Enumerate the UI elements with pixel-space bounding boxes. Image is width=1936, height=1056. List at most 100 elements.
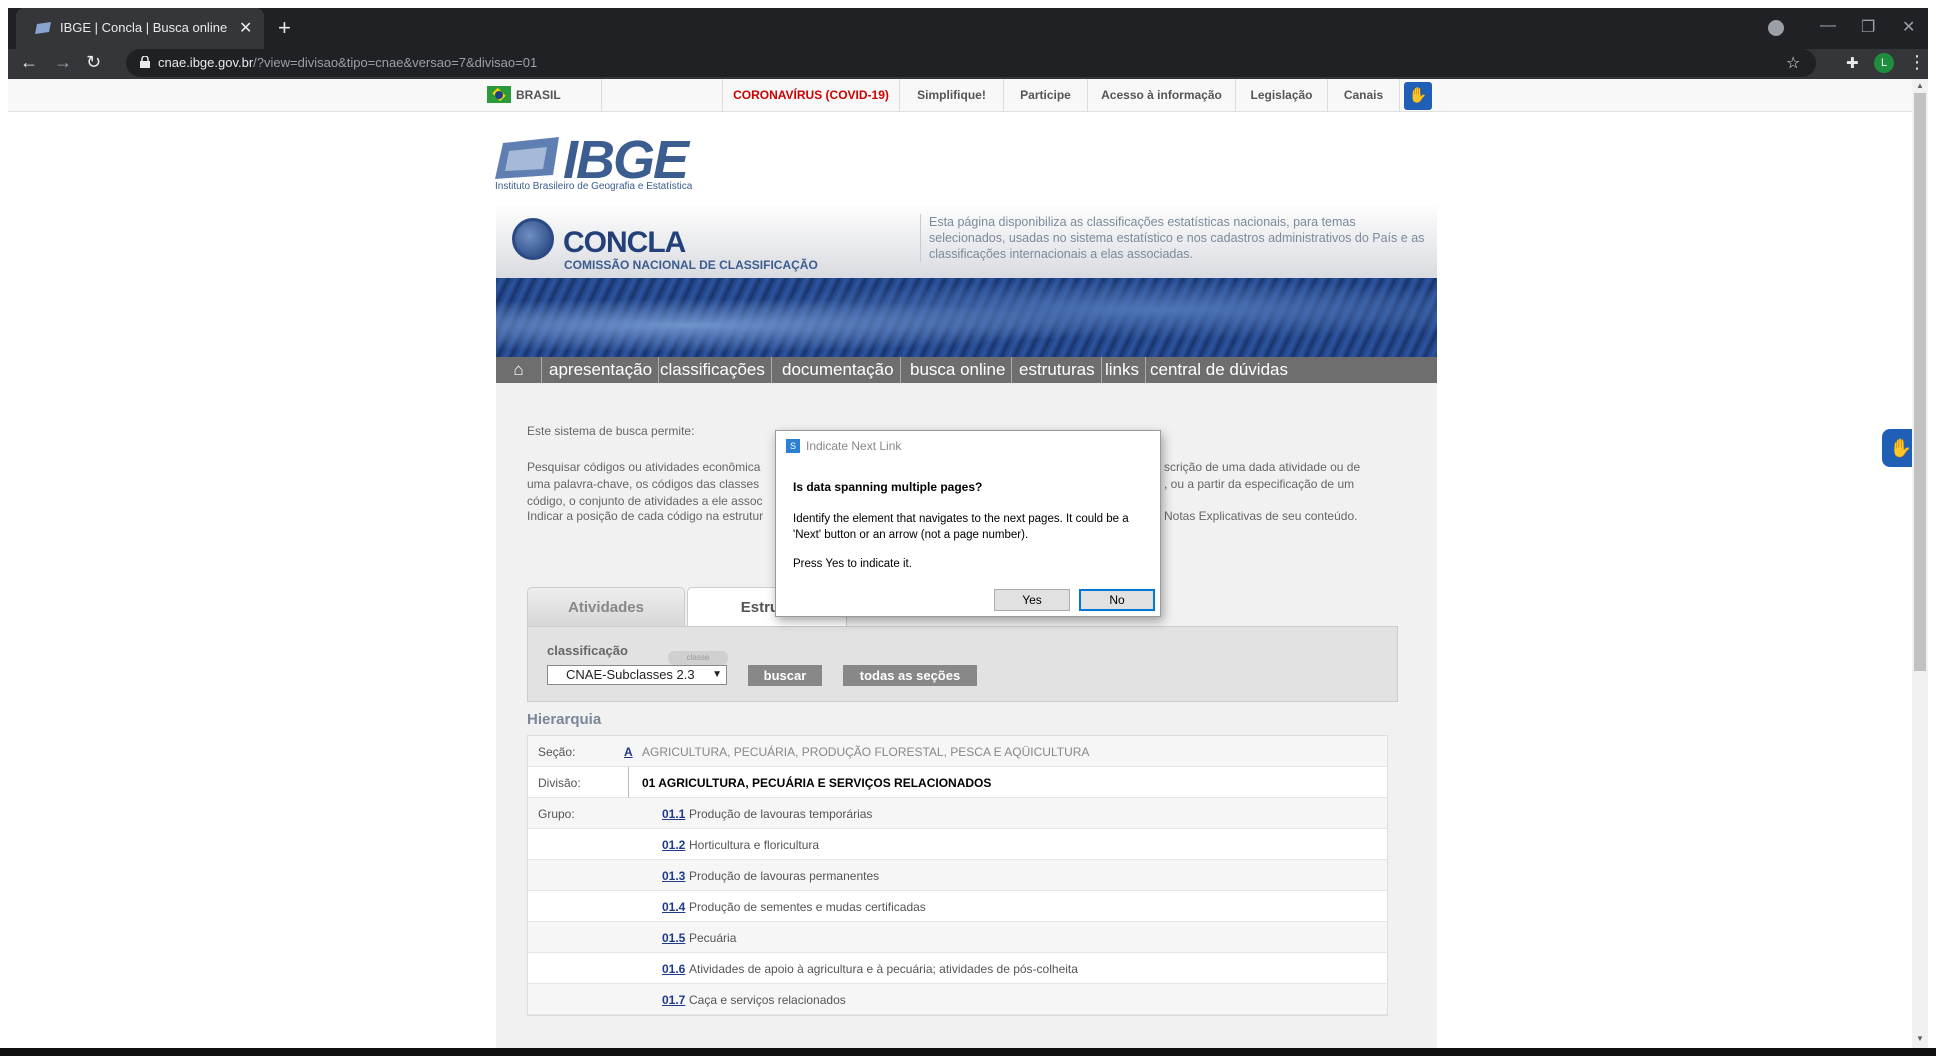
grupo-desc: Produção de sementes e mudas certificada… xyxy=(689,900,926,914)
todas-secoes-button[interactable]: todas as seções xyxy=(843,665,977,686)
page-scrollbar[interactable]: ▲ ▼ xyxy=(1912,79,1928,1048)
profile-dropdown-icon[interactable] xyxy=(1768,20,1784,36)
secao-code-link[interactable]: A xyxy=(624,745,633,759)
libras-hand-icon[interactable]: ✋ xyxy=(1404,82,1432,110)
bookmark-star-icon[interactable]: ☆ xyxy=(1786,53,1800,73)
gov-participe-link[interactable]: Participe xyxy=(1004,79,1088,112)
scrollbar-thumb[interactable] xyxy=(1914,93,1926,671)
no-button[interactable]: No xyxy=(1079,589,1155,611)
dialog-instruction: Press Yes to indicate it. xyxy=(793,558,912,570)
ibge-tagline: Instituto Brasileiro de Geografia e Esta… xyxy=(495,181,693,192)
table-row: 01.7 Caça e serviços relacionados xyxy=(528,984,1387,1015)
concla-subtitle: COMISSÃO NACIONAL DE CLASSIFICAÇÃO xyxy=(564,258,818,272)
nav-busca-online[interactable]: busca online xyxy=(904,357,1013,383)
reload-icon[interactable]: ↻ xyxy=(86,52,101,73)
classificacao-select[interactable]: CNAE-Subclasses 2.3 ▼ xyxy=(547,665,727,685)
profile-avatar[interactable]: L xyxy=(1874,53,1894,73)
new-tab-icon[interactable]: + xyxy=(278,15,291,41)
browser-tab[interactable]: IBGE | Concla | Busca online ✕ xyxy=(16,8,264,49)
concla-header: CONCLA COMISSÃO NACIONAL DE CLASSIFICAÇÃ… xyxy=(496,206,1437,278)
minimize-icon[interactable]: — xyxy=(1820,17,1836,35)
tab-title: IBGE | Concla | Busca online xyxy=(60,20,228,35)
table-row: Seção: A AGRICULTURA, PECUÁRIA, PRODUÇÃO… xyxy=(528,736,1387,767)
scroll-down-icon[interactable]: ▼ xyxy=(1916,1034,1924,1043)
app-logo-icon: S xyxy=(786,439,800,453)
nav-links[interactable]: links xyxy=(1099,357,1147,383)
table-row: 01.3 Produção de lavouras permanentes xyxy=(528,860,1387,891)
chevron-down-icon: ▼ xyxy=(712,669,722,680)
tab-close-icon[interactable]: ✕ xyxy=(239,18,252,38)
gov-acesso-link[interactable]: Acesso à informação xyxy=(1088,79,1236,112)
ibge-favicon-icon xyxy=(35,22,51,34)
extensions-icon[interactable]: ✚ xyxy=(1846,54,1859,72)
table-row: 01.6 Atividades de apoio à agricultura e… xyxy=(528,953,1387,984)
dialog-body: Identify the element that navigates to t… xyxy=(793,513,1129,541)
ibge-mark-icon xyxy=(495,137,559,179)
intro-p2-left: Pesquisar códigos ou atividades econômic… xyxy=(527,460,763,508)
home-icon[interactable]: ⌂ xyxy=(496,357,542,383)
screen: IBGE | Concla | Busca online ✕ + — ❐ ✕ ←… xyxy=(0,0,1936,1056)
world-map-banner xyxy=(496,278,1437,357)
os-taskbar xyxy=(0,1048,1936,1056)
table-row: 01.2 Horticultura e floricultura xyxy=(528,829,1387,860)
table-row: 01.4 Produção de sementes e mudas certif… xyxy=(528,891,1387,922)
main-nav: ⌂ apresentação classificações documentaç… xyxy=(496,357,1437,383)
brazil-flag-icon xyxy=(487,86,511,103)
address-bar[interactable]: cnae.ibge.gov.br/?view=divisao&tipo=cnae… xyxy=(126,49,1816,77)
dialog-title: Indicate Next Link xyxy=(806,439,902,453)
gov-canais-link[interactable]: Canais xyxy=(1328,79,1400,112)
grupo-code-link[interactable]: 01.2 xyxy=(662,838,685,852)
nav-estruturas[interactable]: estruturas xyxy=(1013,357,1102,383)
ibge-logo[interactable]: IBGE Instituto Brasileiro de Geografia e… xyxy=(495,130,735,195)
gov-legislacao-link[interactable]: Legislação xyxy=(1236,79,1328,112)
browser-titlebar: IBGE | Concla | Busca online ✕ + — ❐ ✕ xyxy=(8,8,1928,49)
grupo-desc: Produção de lavouras temporárias xyxy=(689,807,873,821)
grupo-desc: Horticultura e floricultura xyxy=(689,838,820,852)
classe-tag: classe xyxy=(668,651,728,665)
gov-bar-spacer xyxy=(602,79,722,112)
scroll-up-icon[interactable]: ▲ xyxy=(1916,81,1924,90)
concla-name: CONCLA xyxy=(563,226,686,259)
gov-brasil-link[interactable]: BRASIL xyxy=(516,79,602,112)
nav-documentacao[interactable]: documentação xyxy=(776,357,901,383)
nav-classificacoes[interactable]: classificações xyxy=(654,357,772,383)
grupo-code-link[interactable]: 01.6 xyxy=(662,962,685,976)
tab-atividades[interactable]: Atividades xyxy=(527,587,685,627)
browser-menu-icon[interactable]: ⋮ xyxy=(1908,52,1926,73)
gov-bar: BRASIL CORONAVÍRUS (COVID-19) Simplifiqu… xyxy=(8,79,1920,112)
gov-covid-link[interactable]: CORONAVÍRUS (COVID-19) xyxy=(722,79,900,112)
url-text: cnae.ibge.gov.br/?view=divisao&tipo=cnae… xyxy=(158,55,538,70)
nav-apresentacao[interactable]: apresentação xyxy=(543,357,660,383)
table-row: Grupo: 01.1 Produção de lavouras temporá… xyxy=(528,798,1387,829)
intro-p3-right: Notas Explicativas de seu conteúdo. xyxy=(1164,509,1358,523)
grupo-desc: Atividades de apoio à agricultura e à pe… xyxy=(689,962,1078,976)
yes-button[interactable]: Yes xyxy=(994,589,1070,611)
back-icon[interactable]: ← xyxy=(20,52,38,73)
browser-toolbar: ← → ↻ cnae.ibge.gov.br/?view=divisao&tip… xyxy=(8,49,1928,79)
concla-globe-icon xyxy=(512,218,554,260)
divisao-desc: 01 AGRICULTURA, PECUÁRIA E SERVIÇOS RELA… xyxy=(642,776,992,790)
concla-description: Esta página disponibiliza as classificaç… xyxy=(920,214,1430,262)
grupo-code-link[interactable]: 01.7 xyxy=(662,993,685,1007)
table-row: 01.5 Pecuária xyxy=(528,922,1387,953)
intro-p3-left: Indicar a posição de cada código na estr… xyxy=(527,509,764,523)
grupo-desc: Caça e serviços relacionados xyxy=(689,993,846,1007)
indicate-next-link-dialog: S Indicate Next Link Is data spanning mu… xyxy=(775,430,1161,617)
hierarchy-table: Seção: A AGRICULTURA, PECUÁRIA, PRODUÇÃO… xyxy=(527,735,1388,1016)
intro-p2-right: scrição de uma dada atividade ou de, ou … xyxy=(1164,460,1361,491)
classificacao-label: classificação xyxy=(547,643,628,658)
grupo-code-link[interactable]: 01.3 xyxy=(662,869,685,883)
restore-icon[interactable]: ❐ xyxy=(1861,17,1875,37)
nav-central-duvidas[interactable]: central de dúvidas xyxy=(1144,357,1294,383)
dialog-heading: Is data spanning multiple pages? xyxy=(793,480,983,494)
hierarquia-title: Hierarquia xyxy=(527,711,602,728)
gov-simplifique-link[interactable]: Simplifique! xyxy=(900,79,1004,112)
forward-icon[interactable]: → xyxy=(54,52,72,73)
dialog-titlebar: S Indicate Next Link xyxy=(776,431,1160,461)
grupo-code-link[interactable]: 01.1 xyxy=(662,807,685,821)
buscar-button[interactable]: buscar xyxy=(748,665,822,686)
grupo-code-link[interactable]: 01.5 xyxy=(662,931,685,945)
grupo-code-link[interactable]: 01.4 xyxy=(662,900,685,914)
grupo-desc: Pecuária xyxy=(689,931,737,945)
close-window-icon[interactable]: ✕ xyxy=(1902,17,1915,37)
